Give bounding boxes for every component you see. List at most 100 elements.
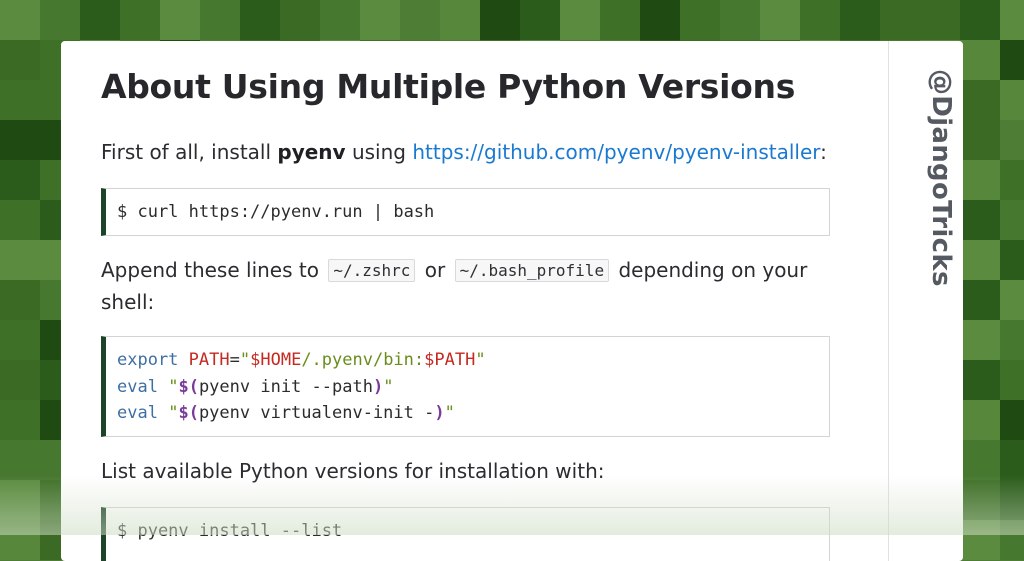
inline-code-bash-profile: ~/.bash_profile bbox=[454, 259, 610, 282]
brand-label: @DjangoTricks bbox=[926, 69, 956, 287]
background-tile bbox=[440, 0, 480, 40]
background-tile bbox=[0, 280, 40, 320]
background-tile bbox=[960, 520, 1000, 560]
keyword-eval: eval bbox=[117, 376, 158, 397]
brand-sidebar: @DjangoTricks bbox=[888, 41, 963, 561]
background-tile bbox=[960, 360, 1000, 400]
background-tile bbox=[1000, 400, 1024, 440]
string-path: /.pyenv/bin: bbox=[301, 350, 425, 370]
background-tile bbox=[240, 0, 280, 40]
subshell-close: ) bbox=[372, 376, 384, 397]
background-tile bbox=[760, 0, 800, 40]
quote-close: " bbox=[475, 350, 486, 370]
background-tile bbox=[0, 400, 40, 440]
command-text: pyenv init --path bbox=[198, 376, 373, 397]
background-tile bbox=[80, 0, 120, 40]
background-tile bbox=[0, 480, 40, 520]
background-tile bbox=[0, 320, 40, 360]
background-tile bbox=[960, 400, 1000, 440]
background-tile bbox=[960, 120, 1000, 160]
quote-open: " bbox=[239, 350, 251, 370]
background-tile bbox=[0, 120, 40, 160]
background-tile bbox=[160, 0, 200, 40]
background-tile bbox=[1000, 160, 1024, 200]
quote-open: " bbox=[168, 376, 179, 397]
background-tile bbox=[1000, 360, 1024, 400]
intro-text-end: : bbox=[820, 140, 827, 164]
background-tile bbox=[0, 440, 40, 480]
background-tile bbox=[560, 0, 600, 40]
background-tile bbox=[1000, 520, 1024, 560]
background-tile bbox=[960, 480, 1000, 520]
subshell-open: $( bbox=[178, 376, 199, 397]
var-home: $HOME bbox=[250, 350, 302, 370]
background-tile bbox=[0, 360, 40, 400]
background-tile bbox=[1000, 440, 1024, 480]
command-text: pyenv virtualenv-init - bbox=[198, 403, 435, 423]
background-tile bbox=[120, 0, 160, 40]
background-tile bbox=[1000, 480, 1024, 520]
article-card: About Using Multiple Python Versions Fir… bbox=[61, 41, 963, 561]
subshell-close: ) bbox=[434, 403, 445, 423]
intro-paragraph: First of all, install pyenv using https:… bbox=[101, 137, 831, 167]
code-line-eval-virtualenv: eval "$(pyenv virtualenv-init -)" bbox=[117, 400, 829, 427]
background-tile bbox=[0, 80, 40, 120]
background-tile bbox=[320, 0, 360, 40]
background-tile bbox=[600, 0, 640, 40]
pyenv-installer-link[interactable]: https://github.com/pyenv/pyenv-installer bbox=[412, 140, 820, 164]
background-tile bbox=[960, 40, 1000, 80]
background-tile bbox=[0, 160, 40, 200]
append-text: Append these lines to bbox=[101, 258, 319, 282]
list-paragraph: List available Python versions for insta… bbox=[101, 459, 605, 483]
background-tile bbox=[960, 160, 1000, 200]
append-paragraph: Append these lines to ~/.zshrc or ~/.bas… bbox=[101, 255, 831, 317]
pyenv-strong: pyenv bbox=[277, 140, 346, 164]
quote-open: " bbox=[168, 403, 179, 423]
code-block-shell-config: export PATH="$HOME/.pyenv/bin:$PATH" eva… bbox=[101, 336, 830, 437]
background-tile bbox=[400, 0, 440, 40]
code-line: $ pyenv install --list bbox=[117, 521, 343, 541]
background-tile bbox=[880, 0, 920, 40]
background-tile bbox=[0, 0, 40, 40]
background-tile bbox=[1000, 320, 1024, 360]
quote-close: " bbox=[444, 403, 455, 423]
background-tile bbox=[0, 240, 40, 280]
background-tile bbox=[1000, 240, 1024, 280]
background-tile bbox=[960, 440, 1000, 480]
background-tile bbox=[200, 0, 240, 40]
background-tile bbox=[40, 0, 80, 40]
background-tile bbox=[1000, 200, 1024, 240]
intro-text-middle: using bbox=[345, 140, 413, 164]
quote-close: " bbox=[383, 376, 394, 397]
intro-text: First of all, install bbox=[101, 140, 278, 164]
code-line-export: export PATH="$HOME/.pyenv/bin:$PATH" bbox=[117, 347, 829, 374]
background-tile bbox=[520, 0, 560, 40]
background-tile bbox=[960, 200, 1000, 240]
background-tile bbox=[1000, 40, 1024, 80]
code-line-eval-init: eval "$(pyenv init --path)" bbox=[117, 374, 829, 401]
background-tile bbox=[1000, 80, 1024, 120]
equals: = bbox=[229, 350, 240, 370]
code-block-list: $ pyenv install --list bbox=[101, 507, 830, 561]
background-tile bbox=[840, 0, 880, 40]
background-tile bbox=[960, 0, 1000, 40]
background-tile bbox=[360, 0, 400, 40]
background-tile bbox=[680, 0, 720, 40]
background-tile bbox=[0, 40, 40, 80]
inline-code-zshrc: ~/.zshrc bbox=[328, 259, 416, 282]
background-tile bbox=[960, 320, 1000, 360]
background-tile bbox=[960, 80, 1000, 120]
background-tile bbox=[960, 280, 1000, 320]
append-text-or: or bbox=[424, 258, 446, 282]
keyword-export: export bbox=[117, 350, 179, 370]
background-tile bbox=[1000, 120, 1024, 160]
background-tile bbox=[1000, 0, 1024, 40]
background-tile bbox=[280, 0, 320, 40]
background-tile bbox=[920, 0, 960, 40]
keyword-eval: eval bbox=[117, 403, 158, 423]
background-tile bbox=[0, 520, 40, 560]
subshell-open: $( bbox=[178, 403, 199, 423]
